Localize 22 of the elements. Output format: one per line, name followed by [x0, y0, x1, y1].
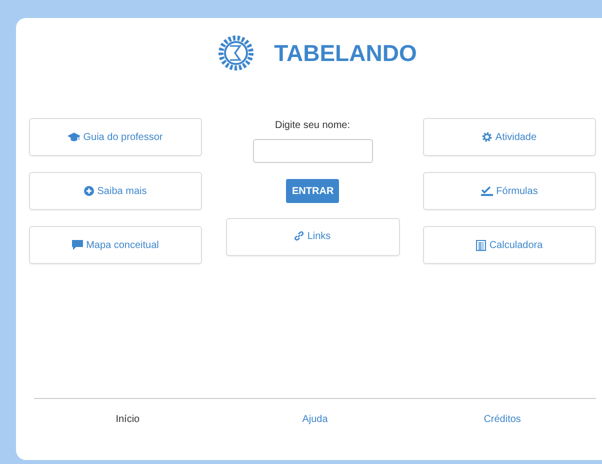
menu-button[interactable]: Calculadora — [423, 226, 596, 264]
menu-button[interactable]: Saiba mais — [29, 172, 202, 210]
link-icon — [294, 231, 304, 241]
menu-button[interactable]: Mapa conceitual — [29, 226, 202, 264]
graduation-cap-icon — [68, 132, 80, 142]
sigma-gear-logo-icon — [218, 35, 254, 71]
plus-circle-icon — [84, 186, 94, 196]
settings-icon — [482, 132, 492, 142]
speech-bubble-icon — [72, 240, 84, 250]
menu-button[interactable]: Links — [226, 218, 400, 256]
enter-button[interactable]: ENTRAR — [286, 179, 339, 203]
menu-button[interactable]: Atividade — [423, 118, 596, 156]
footer-nav-link[interactable]: Início — [116, 414, 140, 425]
app-title: TABELANDO — [274, 40, 417, 66]
menu-button[interactable]: Fórmulas — [423, 172, 596, 210]
check-mark-icon — [481, 186, 494, 196]
table-icon — [476, 240, 486, 250]
name-input-field[interactable] — [252, 139, 372, 163]
footer-nav-link[interactable]: Ajuda — [302, 414, 328, 425]
name-label: Digite seu nome: — [274, 120, 350, 131]
footer-nav-link[interactable]: Créditos — [484, 414, 521, 425]
menu-button[interactable]: Guia do professor — [29, 118, 202, 156]
